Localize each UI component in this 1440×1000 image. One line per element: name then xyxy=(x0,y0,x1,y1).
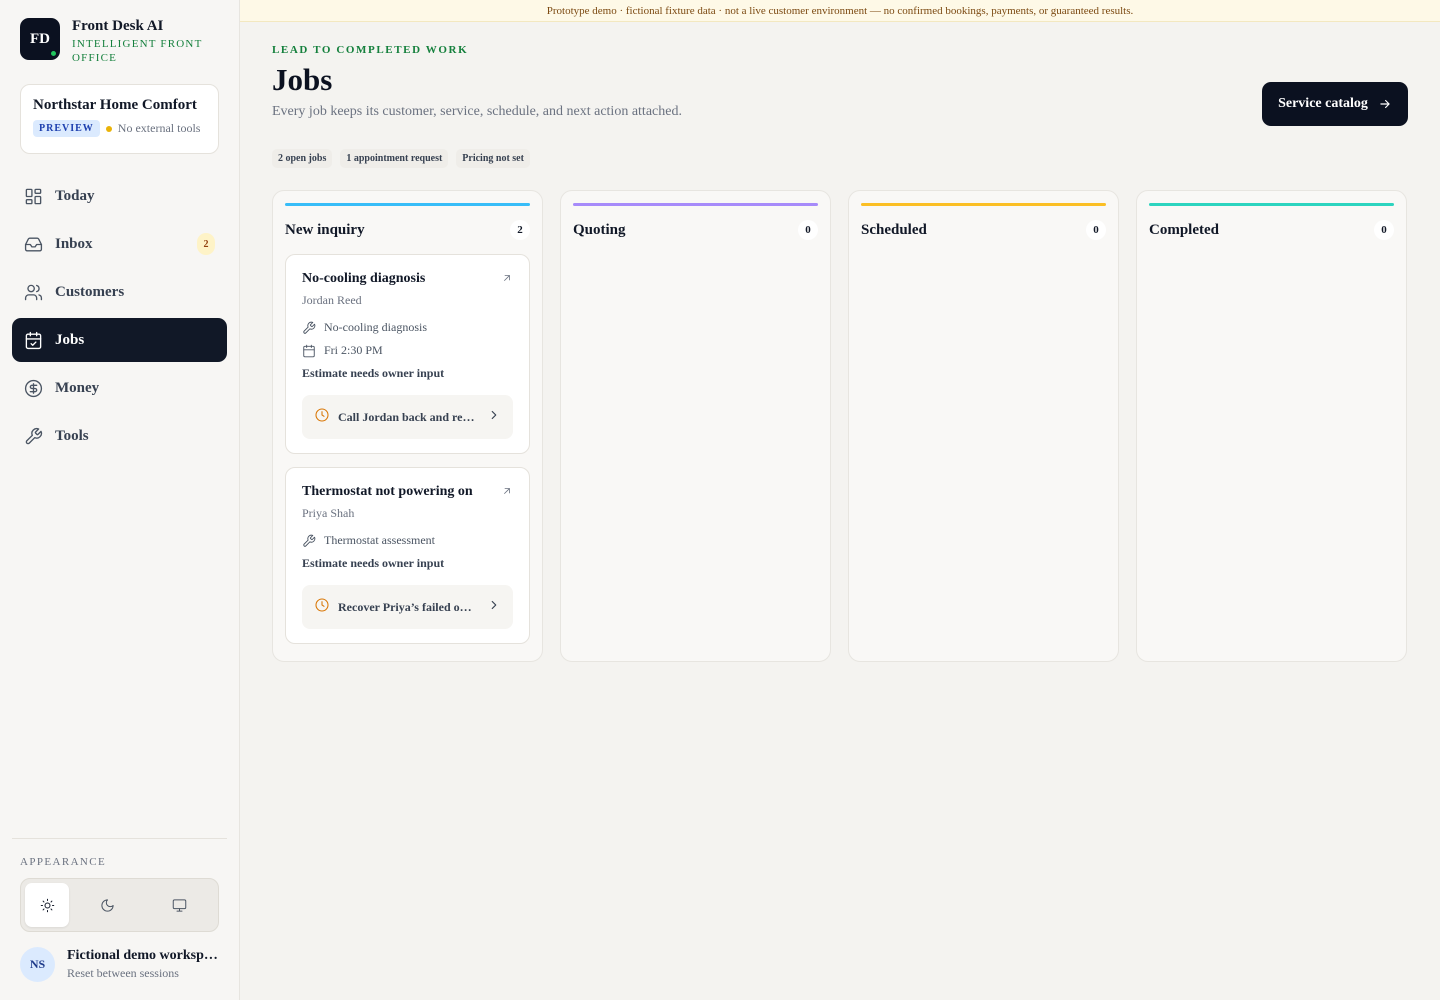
sidebar: FD Front Desk AI Intelligent front offic… xyxy=(0,0,240,1000)
inbox-count-badge: 2 xyxy=(197,233,215,255)
brand-name: Front Desk AI xyxy=(72,18,164,34)
main-nav: Today Inbox 2 Customers Jobs Money Tools xyxy=(12,174,227,462)
brand-logo[interactable]: FD xyxy=(20,18,60,60)
workspace-status: No external tools xyxy=(117,121,201,135)
next-action-text: Recover Priya’s failed o… xyxy=(338,599,472,614)
chevron-right-icon xyxy=(491,410,497,419)
nav-item-customers[interactable]: Customers xyxy=(12,270,227,314)
column-title: Completed xyxy=(1149,221,1219,238)
nav-item-tools[interactable]: Tools xyxy=(12,414,227,458)
nav-label: Jobs xyxy=(55,331,85,348)
column-count: 0 xyxy=(1374,220,1394,240)
theme-switch xyxy=(20,878,219,932)
nav-label: Today xyxy=(55,187,95,204)
column-quoting: Quoting 0 xyxy=(560,190,831,662)
theme-dark-button[interactable] xyxy=(73,883,142,927)
workspace-name: Northstar Home Comfort xyxy=(33,97,197,113)
arrow-right-icon xyxy=(1380,99,1390,109)
chevron-right-icon xyxy=(491,600,497,609)
chip-pricing: Pricing not set xyxy=(456,149,530,168)
monitor-icon xyxy=(173,898,187,912)
clock-icon xyxy=(315,407,329,422)
user-name: Fictional demo workspace xyxy=(67,948,222,963)
wrench-icon xyxy=(303,321,316,334)
next-action-button[interactable]: Call Jordan back and re… xyxy=(302,395,513,439)
column-title: New inquiry xyxy=(285,221,365,238)
brand-tagline: Intelligent front office xyxy=(72,38,203,64)
calendar-check-icon xyxy=(25,331,42,349)
column-accent-bar xyxy=(861,203,1106,206)
preview-badge: PREVIEW xyxy=(33,120,100,137)
column-count: 2 xyxy=(510,220,530,240)
page-eyebrow: Lead to completed work xyxy=(272,44,469,56)
brand-initials: FD xyxy=(30,30,50,47)
service-catalog-label: Service catalog xyxy=(1278,96,1368,111)
dollar-circle-icon xyxy=(24,379,43,397)
open-job-icon[interactable] xyxy=(501,484,513,496)
nav-label: Tools xyxy=(55,427,89,444)
online-status-dot xyxy=(50,50,57,57)
job-card[interactable]: Thermostat not powering on Priya Shah Th… xyxy=(285,467,530,644)
job-title: No-cooling diagnosis xyxy=(302,271,426,286)
status-dot xyxy=(105,125,112,132)
service-catalog-button[interactable]: Service catalog xyxy=(1262,82,1408,126)
nav-label: Inbox xyxy=(55,235,93,252)
column-accent-bar xyxy=(285,203,530,206)
demo-banner: Prototype demo · fictional fixture data … xyxy=(240,0,1440,22)
workspace-card[interactable]: Northstar Home Comfort PREVIEW No extern… xyxy=(20,84,219,154)
appearance-label: Appearance xyxy=(20,856,107,868)
nav-item-today[interactable]: Today xyxy=(12,174,227,218)
avatar: NS xyxy=(20,947,55,982)
theme-light-button[interactable] xyxy=(25,883,69,927)
dashboard-icon xyxy=(25,188,42,204)
chip-open-jobs: 2 open jobs xyxy=(272,149,333,168)
job-service: Thermostat assessment xyxy=(324,533,435,547)
job-card[interactable]: No-cooling diagnosis Jordan Reed No-cool… xyxy=(285,254,530,454)
column-scheduled: Scheduled 0 xyxy=(848,190,1119,662)
job-customer: Priya Shah xyxy=(302,506,355,520)
column-count: 0 xyxy=(798,220,818,240)
column-new-inquiry: New inquiry 2 No-cooling diagnosis Jorda… xyxy=(272,190,543,662)
job-time: Fri 2:30 PM xyxy=(324,343,383,357)
sun-icon xyxy=(40,898,54,912)
moon-icon xyxy=(101,898,114,912)
column-count: 0 xyxy=(1086,220,1106,240)
wrench-icon xyxy=(303,534,316,547)
nav-item-jobs[interactable]: Jobs xyxy=(12,318,227,362)
page-subtitle: Every job keeps its customer, service, s… xyxy=(272,104,682,119)
user-profile[interactable]: NS Fictional demo workspace Reset betwee… xyxy=(20,947,222,982)
nav-item-inbox[interactable]: Inbox 2 xyxy=(12,222,227,266)
job-customer: Jordan Reed xyxy=(302,293,362,307)
column-title: Scheduled xyxy=(861,221,927,238)
wrench-icon xyxy=(25,427,43,444)
brand: FD Front Desk AI Intelligent front offic… xyxy=(20,18,222,65)
job-status: Estimate needs owner input xyxy=(302,366,445,380)
theme-system-button[interactable] xyxy=(146,883,215,927)
jobs-board: New inquiry 2 No-cooling diagnosis Jorda… xyxy=(272,190,1407,662)
sidebar-divider xyxy=(12,838,227,839)
column-title: Quoting xyxy=(573,221,626,238)
next-action-text: Call Jordan back and re… xyxy=(338,409,475,424)
next-action-button[interactable]: Recover Priya’s failed o… xyxy=(302,585,513,629)
job-service: No-cooling diagnosis xyxy=(324,320,427,334)
summary-chips: 2 open jobs 1 appointment request Pricin… xyxy=(272,149,530,168)
nav-label: Money xyxy=(55,379,100,396)
column-accent-bar xyxy=(1149,203,1394,206)
column-completed: Completed 0 xyxy=(1136,190,1407,662)
job-title: Thermostat not powering on xyxy=(302,484,473,499)
calendar-icon xyxy=(303,344,315,357)
open-job-icon[interactable] xyxy=(501,271,513,283)
job-status: Estimate needs owner input xyxy=(302,556,445,570)
page-title: Jobs xyxy=(272,62,333,97)
inbox-icon xyxy=(24,236,43,252)
nav-item-money[interactable]: Money xyxy=(12,366,227,410)
column-accent-bar xyxy=(573,203,818,206)
user-subtitle: Reset between sessions xyxy=(67,966,179,980)
clock-icon xyxy=(315,597,329,612)
nav-label: Customers xyxy=(55,283,125,300)
chip-appointment-requests: 1 appointment request xyxy=(340,149,449,168)
users-icon xyxy=(24,284,43,300)
